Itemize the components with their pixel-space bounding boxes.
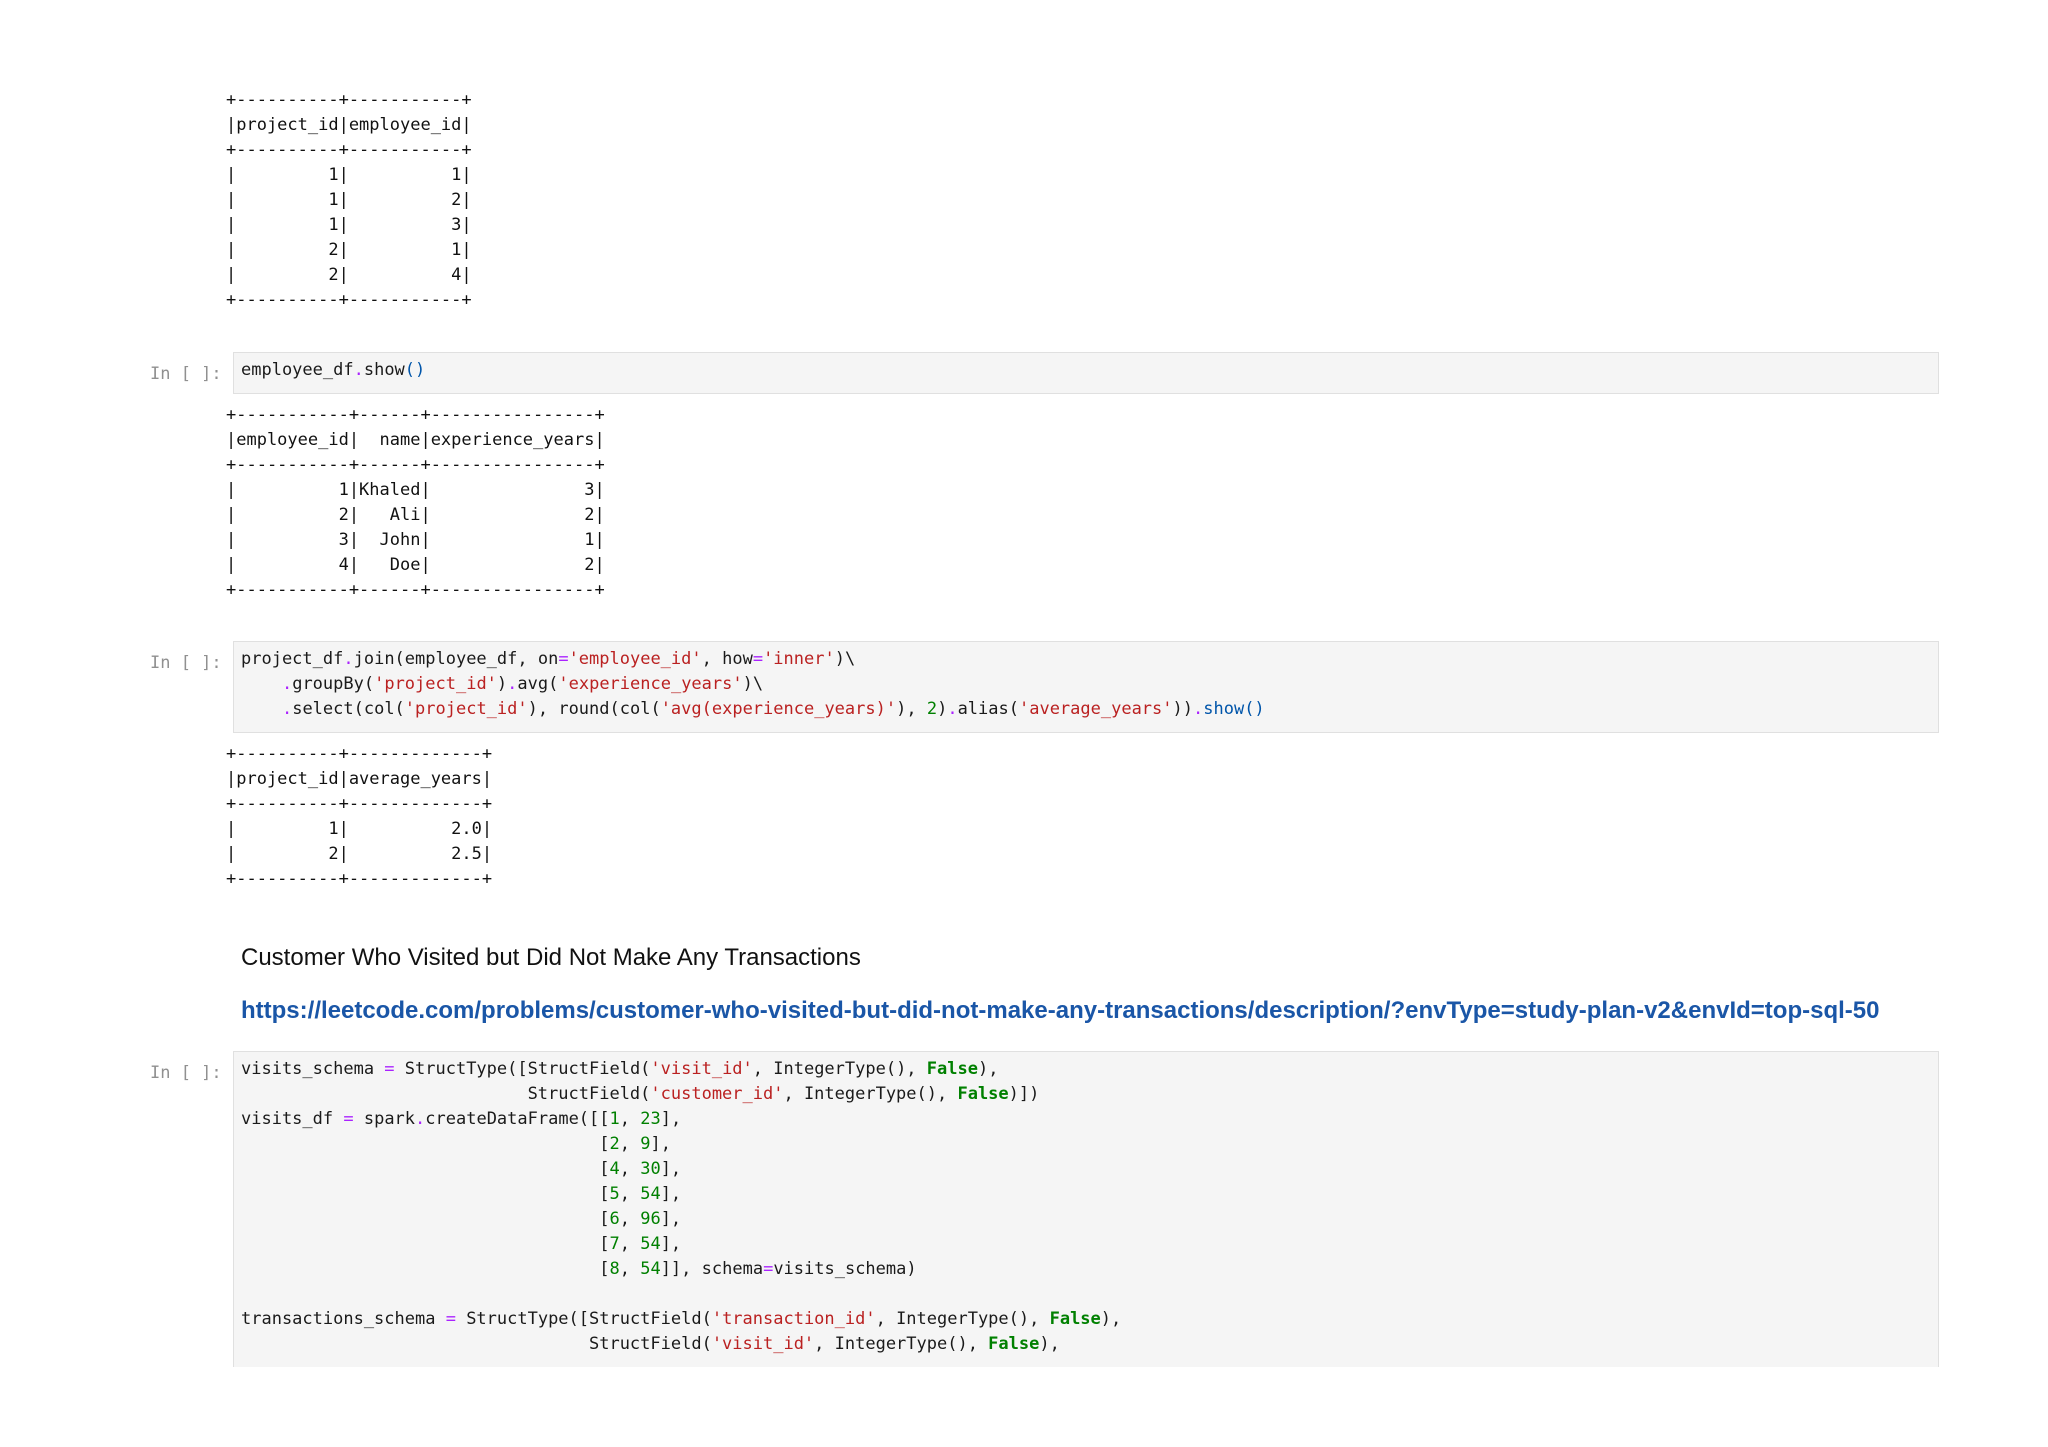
code-text: project_df.join(employee_df, on='employe… (241, 649, 1265, 719)
code-cell-employee-show[interactable]: employee_df.show() (233, 352, 1939, 394)
cell-prompt: In [ ]: (150, 653, 222, 673)
project-table-text: +----------+-----------+ |project_id|emp… (226, 90, 472, 310)
output-employee-table: +-----------+------+----------------+ |e… (226, 403, 605, 603)
average-table-text: +----------+-------------+ |project_id|a… (226, 744, 493, 889)
problem-link[interactable]: https://leetcode.com/problems/customer-w… (241, 997, 1879, 1025)
code-text: employee_df.show() (241, 360, 426, 380)
cell-prompt: In [ ]: (150, 1063, 222, 1083)
cell-prompt: In [ ]: (150, 364, 222, 384)
code-cell-join[interactable]: project_df.join(employee_df, on='employe… (233, 641, 1939, 733)
output-average-table: +----------+-------------+ |project_id|a… (226, 742, 492, 892)
employee-table-text: +-----------+------+----------------+ |e… (226, 405, 605, 600)
code-cell-visits[interactable]: visits_schema = StructType([StructField(… (233, 1051, 1939, 1367)
output-project-table: +----------+-----------+ |project_id|emp… (226, 88, 472, 313)
code-text: visits_schema = StructType([StructField(… (241, 1059, 1122, 1354)
section-heading: Customer Who Visited but Did Not Make An… (241, 944, 861, 971)
